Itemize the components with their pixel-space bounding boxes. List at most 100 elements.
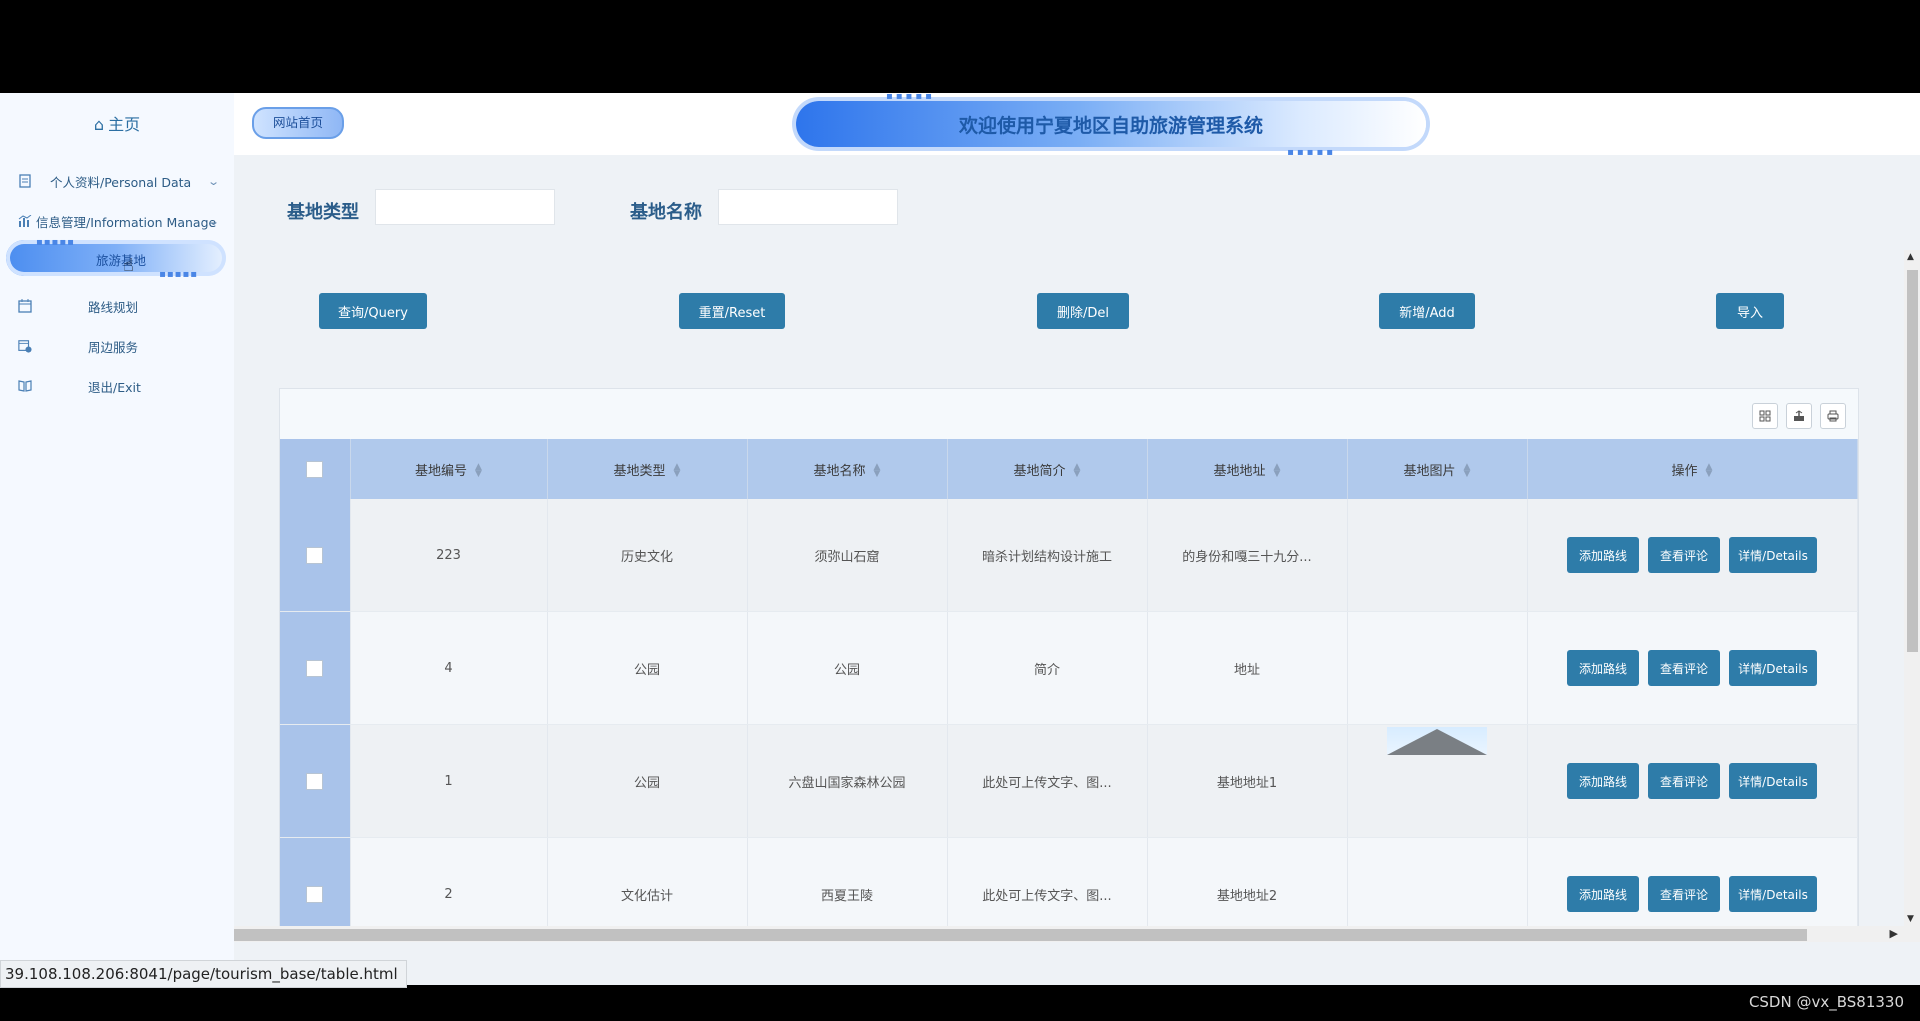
cell-address: 地址	[1147, 611, 1348, 725]
cell-intro: 暗杀计划结构设计施工	[947, 499, 1148, 612]
cell-address: 基地地址1	[1147, 724, 1348, 838]
scrollbar-thumb[interactable]	[1907, 270, 1918, 652]
column-header[interactable]: 基地简介 ▲ ▼	[947, 439, 1148, 499]
vertical-scrollbar[interactable]: ▲ ▼	[1904, 250, 1920, 926]
cell-image	[1347, 611, 1528, 725]
cell-id: 223	[350, 499, 548, 612]
add-route-button[interactable]: 添加路线	[1567, 650, 1639, 686]
details-button[interactable]: 详情/Details	[1729, 537, 1817, 573]
import-button[interactable]: 导入	[1716, 293, 1784, 329]
mouse-cursor-icon: ☝	[123, 255, 134, 276]
decorative-dots: ▪▪▪▪▪	[159, 269, 198, 280]
sort-icon: ▲ ▼	[475, 462, 482, 479]
row-checkbox[interactable]	[306, 659, 324, 677]
column-header[interactable]: 基地图片 ▲ ▼	[1347, 439, 1528, 499]
base-thumbnail-image[interactable]	[1387, 727, 1487, 755]
view-comments-button[interactable]: 查看评论	[1648, 537, 1720, 573]
sidebar-item-exit[interactable]: 退出/Exit	[0, 368, 234, 404]
delete-button[interactable]: 删除/Del	[1037, 293, 1129, 329]
cell-name: 西夏王陵	[747, 837, 948, 929]
view-comments-button[interactable]: 查看评论	[1648, 876, 1720, 912]
sidebar-item-label: 退出/Exit	[88, 379, 141, 395]
horizontal-scrollbar[interactable]: ▶	[234, 926, 1920, 942]
details-button[interactable]: 详情/Details	[1729, 876, 1817, 912]
cell-type: 公园	[547, 611, 748, 725]
header: 网站首页 ▪▪▪▪▪ 欢迎使用宁夏地区自助旅游管理系统 ▪▪▪▪▪	[234, 93, 1920, 158]
cell-intro: 此处可上传文字、图...	[947, 837, 1148, 929]
sort-icon: ▲ ▼	[1273, 462, 1281, 479]
column-header[interactable]: 基地编号 ▲ ▼	[350, 439, 548, 499]
watermark: CSDN @vx_BS81330	[1748, 993, 1904, 1011]
home-icon: ⌂	[93, 115, 105, 134]
site-home-button[interactable]: 网站首页	[252, 107, 344, 139]
screen-top-bar	[0, 0, 1920, 93]
sort-icon: ▲ ▼	[1463, 462, 1471, 479]
column-header[interactable]: 操作 ▲ ▼	[1527, 439, 1858, 499]
add-route-button[interactable]: 添加路线	[1567, 537, 1639, 573]
scroll-right-icon[interactable]: ▶	[1890, 927, 1898, 940]
columns-icon[interactable]	[1752, 403, 1778, 429]
select-all-checkbox[interactable]	[306, 460, 324, 478]
cell-id: 2	[350, 837, 548, 929]
add-route-button[interactable]: 添加路线	[1567, 876, 1639, 912]
row-checkbox[interactable]	[306, 885, 324, 903]
view-comments-button[interactable]: 查看评论	[1648, 763, 1720, 799]
base-type-input[interactable]	[375, 189, 555, 225]
base-type-label: 基地类型	[287, 202, 359, 223]
sidebar-item-route-planning[interactable]: 路线规划	[0, 288, 234, 324]
sort-icon: ▲ ▼	[873, 462, 881, 479]
table-toolbar	[1752, 403, 1846, 429]
cell-id: 1	[350, 724, 548, 838]
chevron-down-icon: ⌄	[206, 175, 220, 188]
page-title: 欢迎使用宁夏地区自助旅游管理系统	[958, 115, 1263, 137]
cell-name: 须弥山石窟	[747, 499, 948, 612]
sidebar-home[interactable]: ⌂ 主页	[0, 111, 234, 135]
table-row: 223 历史文化 须弥山石窟 暗杀计划结构设计施工 的身份和嘎三十九分... 添…	[280, 499, 1858, 612]
add-button[interactable]: 新增/Add	[1379, 293, 1475, 329]
column-header[interactable]: 基地名称 ▲ ▼	[747, 439, 948, 499]
row-select-cell	[280, 724, 351, 838]
document-icon	[18, 174, 32, 188]
details-button[interactable]: 详情/Details	[1729, 650, 1817, 686]
cell-ops: 添加路线 查看评论 详情/Details	[1527, 724, 1858, 838]
cell-intro: 此处可上传文字、图...	[947, 724, 1148, 838]
row-select-cell	[280, 837, 351, 929]
reset-button[interactable]: 重置/Reset	[679, 293, 785, 329]
sidebar-item-information-manage[interactable]: 信息管理/Information Manage ⌄	[0, 203, 234, 239]
print-icon[interactable]	[1820, 403, 1846, 429]
cell-type: 公园	[547, 724, 748, 838]
cell-name: 六盘山国家森林公园	[747, 724, 948, 838]
cell-id: 4	[350, 611, 548, 725]
cell-ops: 添加路线 查看评论 详情/Details	[1527, 499, 1858, 612]
column-header[interactable]: 基地地址 ▲ ▼	[1147, 439, 1348, 499]
add-route-button[interactable]: 添加路线	[1567, 763, 1639, 799]
mountain-icon	[1387, 729, 1487, 755]
cell-intro: 简介	[947, 611, 1148, 725]
row-select-cell	[280, 611, 351, 725]
cell-type: 文化估计	[547, 837, 748, 929]
column-header[interactable]: 基地类型 ▲ ▼	[547, 439, 748, 499]
sort-icon: ▲ ▼	[673, 462, 681, 479]
calendar-check-icon	[18, 339, 32, 353]
cell-address: 基地地址2	[1147, 837, 1348, 929]
decorative-dots: ▪▪▪▪▪	[36, 237, 75, 248]
scroll-up-icon[interactable]: ▲	[1907, 252, 1914, 262]
scroll-down-icon[interactable]: ▼	[1907, 914, 1914, 924]
cell-image	[1347, 724, 1528, 838]
sidebar-item-label: 旅游基地	[96, 253, 147, 268]
export-icon[interactable]	[1786, 403, 1812, 429]
cell-name: 公园	[747, 611, 948, 725]
sidebar-item-personal-data[interactable]: 个人资料/Personal Data ⌄	[0, 163, 234, 199]
row-checkbox[interactable]	[306, 546, 324, 564]
sidebar-item-tourism-base[interactable]: ▪▪▪▪▪ 旅游基地 ▪▪▪▪▪	[6, 237, 226, 280]
table-row: 1 公园 六盘山国家森林公园 此处可上传文字、图... 基地地址1 添加路线 查…	[280, 724, 1858, 838]
row-checkbox[interactable]	[306, 772, 324, 790]
sidebar-item-label: 信息管理/Information Manage	[36, 214, 217, 230]
view-comments-button[interactable]: 查看评论	[1648, 650, 1720, 686]
scrollbar-thumb[interactable]	[234, 929, 1807, 941]
query-button[interactable]: 查询/Query	[319, 293, 427, 329]
sidebar-home-label: 主页	[108, 115, 141, 134]
base-name-input[interactable]	[718, 189, 898, 225]
sidebar-item-nearby-services[interactable]: 周边服务	[0, 328, 234, 364]
details-button[interactable]: 详情/Details	[1729, 763, 1817, 799]
